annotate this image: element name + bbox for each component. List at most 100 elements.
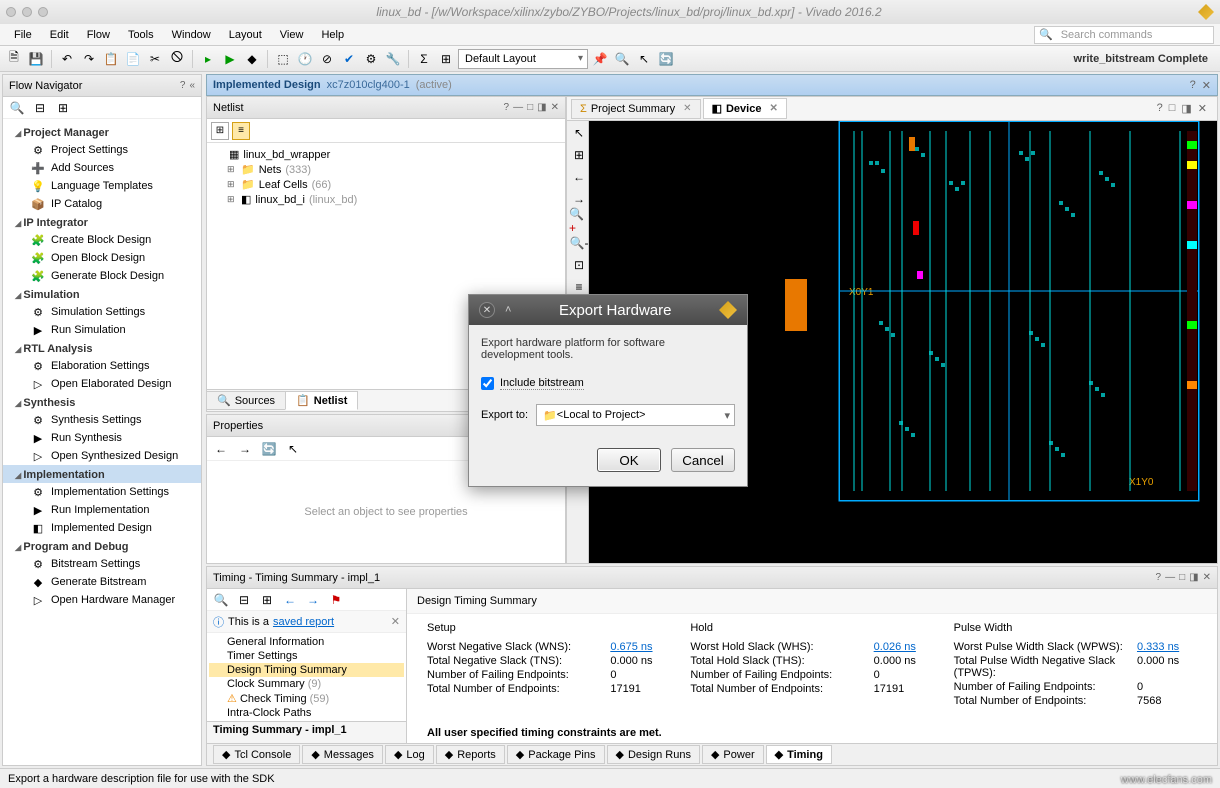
include-bitstream-checkbox[interactable] [481, 377, 494, 390]
cut-icon[interactable]: ✂ [145, 49, 165, 69]
back-icon[interactable]: ← [569, 167, 589, 187]
close-icon[interactable]: ✕ [551, 102, 559, 113]
bottom-tab[interactable]: ◆Messages [302, 745, 383, 764]
layout-icon[interactable]: ⊞ [436, 49, 456, 69]
zoom-out-icon[interactable]: 🔍- [569, 233, 589, 253]
tab-sources[interactable]: 🔍 Sources [206, 391, 286, 410]
zoom-in-icon[interactable]: 🔍+ [569, 211, 589, 231]
search-icon[interactable]: 🔍 [211, 590, 231, 610]
zoom-icon[interactable]: 🔍 [7, 98, 27, 118]
nav-item[interactable]: ▶Run Synthesis [3, 429, 201, 447]
nav-item[interactable]: ➕Add Sources [3, 159, 201, 177]
layout-dropdown[interactable]: Default Layout [458, 49, 588, 69]
timing-tree-item[interactable]: General Information [209, 635, 404, 649]
minimize-icon[interactable]: — [1165, 572, 1175, 583]
collapse-all-icon[interactable]: ⊟ [30, 98, 50, 118]
help-icon[interactable]: ? [180, 80, 186, 91]
expand-icon[interactable]: ⊞ [227, 164, 237, 175]
cancel-button[interactable]: Cancel [671, 448, 735, 472]
timing-value-link[interactable]: 0.675 ns [610, 641, 652, 653]
close-window-icon[interactable] [6, 7, 16, 17]
close-icon[interactable]: ✕ [769, 103, 777, 114]
nav-item[interactable]: ◧Implemented Design [3, 519, 201, 537]
prev-icon[interactable]: ← [280, 590, 300, 610]
tab-netlist[interactable]: 📋 Netlist [285, 391, 358, 410]
save-icon[interactable]: 💾 [26, 49, 46, 69]
sync-icon[interactable]: 🔄 [259, 439, 279, 459]
flat-view-icon[interactable]: ≡ [232, 122, 250, 140]
tab-project-summary[interactable]: ΣProject Summary✕ [571, 99, 701, 119]
nav-section[interactable]: Synthesis [3, 393, 201, 411]
bottom-tab[interactable]: ◆Power [702, 745, 764, 764]
forward-icon[interactable]: → [569, 189, 589, 209]
tool-icon[interactable]: ⬚ [273, 49, 293, 69]
export-to-dropdown[interactable]: 📁 <Local to Project> [536, 404, 735, 426]
copy-icon[interactable]: 📋 [101, 49, 121, 69]
cursor-icon[interactable]: ↖ [283, 439, 303, 459]
nav-item[interactable]: ⚙Synthesis Settings [3, 411, 201, 429]
minimize-window-icon[interactable] [22, 7, 32, 17]
stop-icon[interactable]: ⊘ [317, 49, 337, 69]
restore-icon[interactable]: ◨ [1189, 572, 1198, 583]
flag-icon[interactable]: ⚑ [326, 590, 346, 610]
include-bitstream-label[interactable]: Include bitstream [500, 377, 584, 390]
zoom-fit-icon[interactable]: ⊡ [569, 255, 589, 275]
expand-icon[interactable]: ⊞ [227, 194, 237, 205]
help-icon[interactable]: ? [504, 102, 510, 113]
grid-icon[interactable]: ⊞ [569, 145, 589, 165]
nav-section[interactable]: RTL Analysis [3, 339, 201, 357]
bottom-tab[interactable]: ◆Log [385, 745, 434, 764]
nav-item[interactable]: ◆Generate Bitstream [3, 573, 201, 591]
cursor-icon[interactable]: ↖ [634, 49, 654, 69]
run-impl-icon[interactable]: ▶ [220, 49, 240, 69]
bottom-tab[interactable]: ◆Design Runs [607, 745, 700, 764]
select-icon[interactable]: ↖ [569, 123, 589, 143]
nav-item[interactable]: ▷Open Hardware Manager [3, 591, 201, 609]
restore-icon[interactable]: ◨ [1181, 102, 1191, 115]
saved-report-link[interactable]: saved report [273, 616, 334, 628]
help-icon[interactable]: ? [1156, 572, 1162, 583]
pin-icon[interactable]: 📌 [590, 49, 610, 69]
ok-button[interactable]: OK [597, 448, 661, 472]
clock-icon[interactable]: 🕐 [295, 49, 315, 69]
menu-layout[interactable]: Layout [221, 27, 270, 43]
menu-help[interactable]: Help [313, 27, 352, 43]
close-icon[interactable]: ✕ [1202, 79, 1211, 92]
bottom-tab[interactable]: ◆Timing [766, 745, 832, 764]
nav-section[interactable]: Program and Debug [3, 537, 201, 555]
nav-section[interactable]: Simulation [3, 285, 201, 303]
expand-icon[interactable]: ⊞ [257, 590, 277, 610]
maximize-icon[interactable]: □ [527, 102, 533, 113]
nav-item[interactable]: ⚙Bitstream Settings [3, 555, 201, 573]
help-icon[interactable]: ? [1190, 79, 1196, 92]
dialog-up-icon[interactable]: ˄ [505, 304, 511, 316]
netlist-row[interactable]: ⊞📁Nets (333) [211, 162, 561, 177]
nav-item[interactable]: ▷Open Elaborated Design [3, 375, 201, 393]
nav-item[interactable]: ▶Run Implementation [3, 501, 201, 519]
nav-item[interactable]: ⚙Project Settings [3, 141, 201, 159]
nav-section[interactable]: Project Manager [3, 123, 201, 141]
settings-icon[interactable]: ⚙ [361, 49, 381, 69]
refresh-icon[interactable]: 🔄 [656, 49, 676, 69]
check-icon[interactable]: ✔ [339, 49, 359, 69]
nav-item[interactable]: 🧩Open Block Design [3, 249, 201, 267]
nav-item[interactable]: 📦IP Catalog [3, 195, 201, 213]
expand-all-icon[interactable]: ⊞ [53, 98, 73, 118]
nav-section[interactable]: Implementation [3, 465, 201, 483]
collapse-icon[interactable]: « [189, 80, 195, 91]
dialog-close-icon[interactable]: ✕ [479, 302, 495, 318]
collapse-icon[interactable]: ⊟ [234, 590, 254, 610]
sigma-icon[interactable]: Σ [414, 49, 434, 69]
new-icon[interactable]: 🗎 [4, 49, 24, 69]
bottom-tab[interactable]: ◆Package Pins [507, 745, 605, 764]
nav-item[interactable]: 🧩Generate Block Design [3, 267, 201, 285]
menu-file[interactable]: File [6, 27, 40, 43]
netlist-row[interactable]: ⊞📁Leaf Cells (66) [211, 177, 561, 192]
menu-window[interactable]: Window [164, 27, 219, 43]
paste-icon[interactable]: 📄 [123, 49, 143, 69]
next-icon[interactable]: → [303, 590, 323, 610]
maximize-window-icon[interactable] [38, 7, 48, 17]
tab-device[interactable]: ◧Device✕ [703, 98, 787, 119]
nav-item[interactable]: 💡Language Templates [3, 177, 201, 195]
find-icon[interactable]: 🔍 [612, 49, 632, 69]
